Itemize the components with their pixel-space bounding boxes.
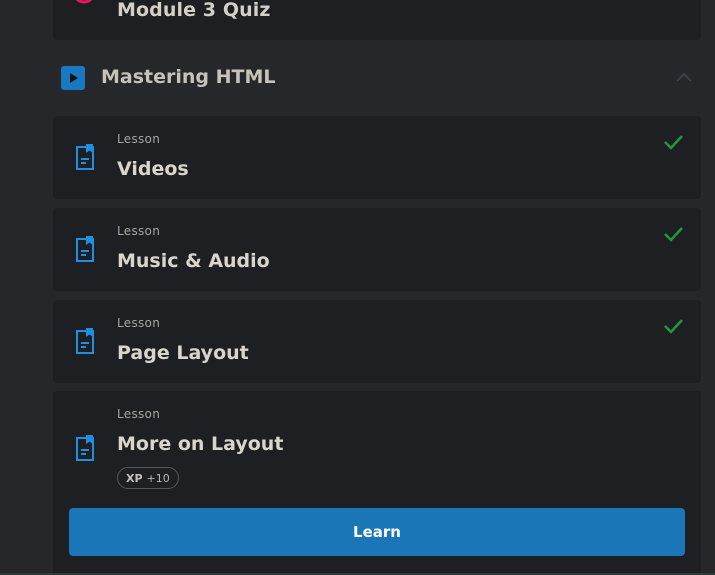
course-outline-page: Module 3 Quiz Mastering HTML Lesson Vide… — [0, 0, 715, 575]
lesson-icon — [75, 236, 95, 264]
lesson-kicker: Lesson — [117, 316, 161, 330]
lesson-item[interactable]: Lesson Page Layout — [53, 300, 701, 383]
lesson-item[interactable]: Lesson Music & Audio — [53, 208, 701, 291]
quiz-card[interactable]: Module 3 Quiz — [53, 0, 701, 40]
lesson-title: Music & Audio — [117, 250, 270, 272]
lesson-title: Videos — [117, 158, 189, 180]
lesson-icon — [75, 435, 95, 463]
check-icon — [663, 134, 683, 150]
lesson-kicker: Lesson — [117, 407, 161, 421]
check-icon — [663, 226, 683, 242]
chevron-up-icon[interactable] — [675, 69, 693, 83]
lesson-title: More on Layout — [117, 433, 284, 455]
check-icon — [663, 318, 683, 334]
play-icon — [61, 66, 85, 90]
lesson-icon — [75, 328, 95, 356]
quiz-title: Module 3 Quiz — [117, 0, 271, 21]
quiz-icon — [70, 0, 100, 12]
lesson-item-current[interactable]: Lesson More on Layout XP +10 Learn — [53, 391, 701, 575]
learn-button[interactable]: Learn — [69, 508, 685, 556]
xp-label: XP — [126, 472, 143, 485]
section-header[interactable]: Mastering HTML — [53, 50, 701, 106]
xp-badge: XP +10 — [117, 467, 179, 489]
section-title: Mastering HTML — [101, 66, 276, 88]
lesson-title: Page Layout — [117, 342, 249, 364]
lesson-item[interactable]: Lesson Videos — [53, 116, 701, 199]
lesson-kicker: Lesson — [117, 132, 161, 146]
xp-value: +10 — [146, 472, 170, 485]
lesson-kicker: Lesson — [117, 224, 161, 238]
lesson-icon — [75, 144, 95, 172]
